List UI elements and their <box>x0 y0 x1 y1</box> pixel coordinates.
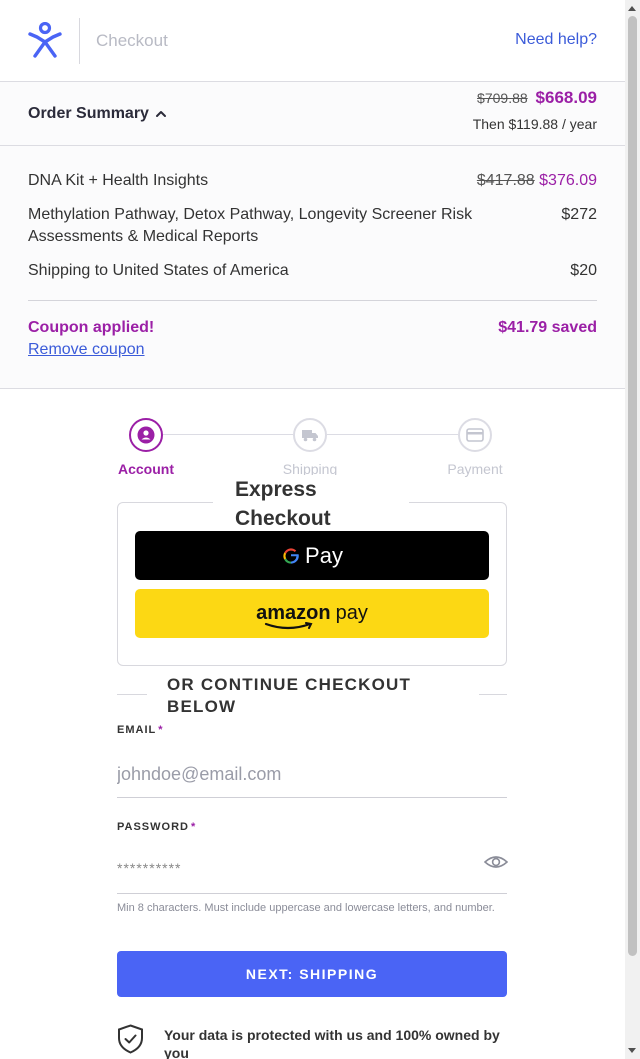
coupon-row: Coupon applied! $41.79 saved <box>28 319 597 337</box>
credit-card-icon <box>466 428 484 442</box>
scrollbar-thumb[interactable] <box>628 16 637 956</box>
order-line-item: DNA Kit + Health Insights $417.88 $376.0… <box>28 170 597 192</box>
step-shipping[interactable]: Shipping <box>270 418 350 477</box>
original-total: $709.88 <box>477 90 528 106</box>
email-field[interactable] <box>117 752 507 798</box>
order-line-original-price: $417.88 <box>476 172 535 189</box>
vertical-scrollbar[interactable] <box>625 0 640 1059</box>
amazon-pay-button[interactable]: amazon pay <box>135 589 489 638</box>
data-protection-note: Your data is protected with us and 100% … <box>117 1024 517 1059</box>
coupon-saved-amount: $41.79 saved <box>498 319 597 336</box>
order-details: DNA Kit + Health Insights $417.88 $376.0… <box>0 146 625 389</box>
express-checkout-title: Express Checkout <box>213 475 409 533</box>
need-help-link[interactable]: Need help? <box>515 31 597 49</box>
page-title: Checkout <box>96 31 168 50</box>
step-label: Payment <box>447 461 503 477</box>
discounted-total: $668.09 <box>535 88 597 107</box>
step-label: Account <box>118 461 174 477</box>
step-payment[interactable]: Payment <box>435 418 515 477</box>
order-summary-bar: Order Summary $709.88 $668.09 Then $119.… <box>0 82 625 146</box>
step-account[interactable]: Account <box>106 418 186 477</box>
next-shipping-button[interactable]: NEXT: SHIPPING <box>117 951 507 997</box>
order-line-price: $376.09 <box>539 172 597 189</box>
required-mark: * <box>190 821 197 833</box>
amazon-word: amazon <box>256 602 331 624</box>
or-divider-line <box>117 694 147 695</box>
order-line-price: $272 <box>561 206 597 223</box>
checkout-page: Checkout Need help? Order Summary $709.8… <box>0 0 625 1059</box>
google-pay-label: Pay <box>305 542 343 568</box>
amazon-pay-label: pay <box>335 602 368 624</box>
google-g-icon <box>283 547 299 564</box>
checkout-stepper: Account Shipping Payment <box>0 389 625 489</box>
google-pay-button[interactable]: Pay <box>135 531 489 580</box>
order-total: $709.88 $668.09 Then $119.88 / year <box>473 88 597 132</box>
coupon-status: Coupon applied! <box>28 319 155 336</box>
order-line-item: Shipping to United States of America $20 <box>28 260 597 282</box>
details-divider <box>28 300 597 301</box>
header: Checkout Need help? <box>0 0 625 82</box>
order-summary-label: Order Summary <box>28 105 149 122</box>
truck-icon <box>302 430 318 442</box>
scroll-down-arrow-icon[interactable] <box>628 1048 636 1053</box>
order-summary-toggle[interactable]: Order Summary <box>28 105 167 123</box>
shield-check-icon <box>118 1024 143 1054</box>
required-mark: * <box>158 724 164 736</box>
password-hint: Min 8 characters. Must include uppercase… <box>117 902 495 914</box>
password-field[interactable] <box>117 842 507 894</box>
order-line-label: Shipping to United States of America <box>28 262 289 279</box>
user-icon <box>137 426 155 444</box>
order-line-item: Methylation Pathway, Detox Pathway, Long… <box>28 204 597 248</box>
amazon-smile-icon <box>265 622 313 630</box>
or-continue-text: OR CONTINUE CHECKOUT BELOW <box>167 675 412 716</box>
scroll-up-arrow-icon[interactable] <box>628 6 636 11</box>
or-divider-line <box>479 694 507 695</box>
order-line-label: DNA Kit + Health Insights <box>28 172 209 189</box>
chevron-up-icon <box>155 111 166 117</box>
email-label: EMAIL * <box>117 724 164 736</box>
show-password-eye-icon[interactable] <box>484 852 508 872</box>
data-protection-text: Your data is protected with us and 100% … <box>164 1027 500 1059</box>
brand-logo-icon[interactable] <box>27 22 63 58</box>
remove-coupon-link[interactable]: Remove coupon <box>28 341 145 359</box>
order-line-label: Methylation Pathway, Detox Pathway, Long… <box>28 206 473 245</box>
header-divider <box>79 18 80 64</box>
order-line-price: $20 <box>570 262 597 279</box>
password-label: PASSWORD * <box>117 821 197 833</box>
renewal-price: Then $119.88 / year <box>472 116 597 132</box>
